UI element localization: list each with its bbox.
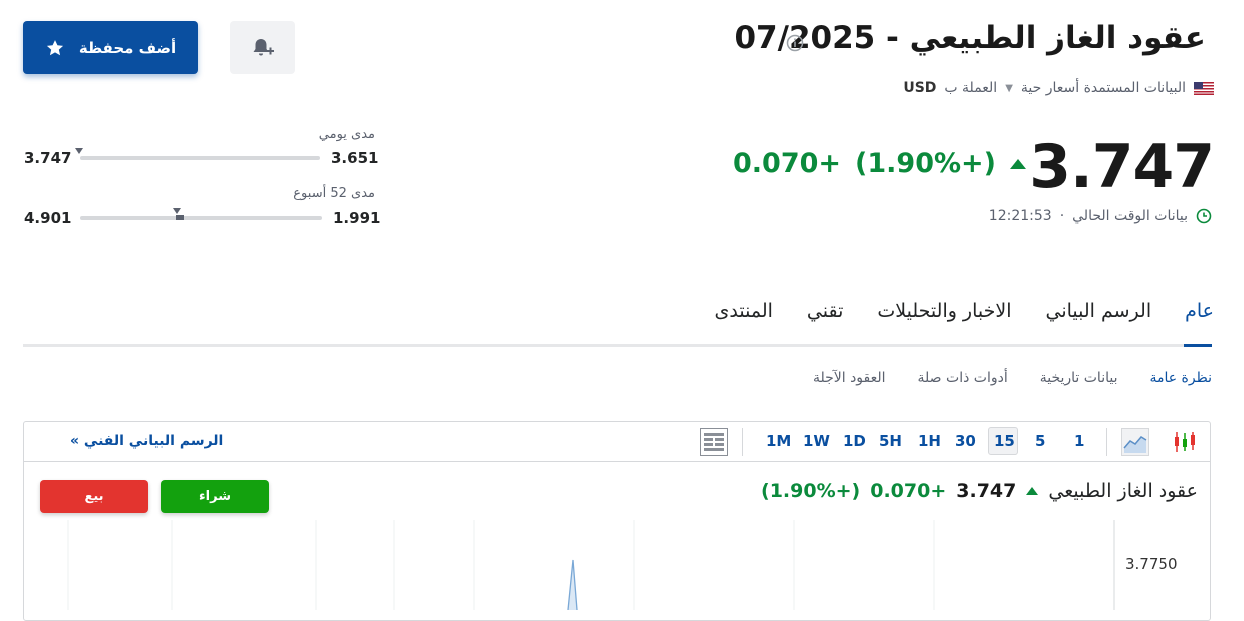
chart-price: 3.747 — [956, 480, 1017, 502]
change-value: +0.070 — [732, 148, 842, 179]
bell-plus-icon — [253, 38, 274, 55]
up-arrow-icon — [1010, 158, 1026, 169]
technical-chart-link[interactable]: الرسم البياني الفني » — [70, 433, 223, 449]
clock-icon — [1196, 208, 1212, 224]
main-tabs: عام الرسم البياني الاخبار والتحليلات تقن… — [715, 300, 1214, 322]
subtab-related[interactable]: أدوات ذات صلة — [918, 370, 1008, 386]
buy-button[interactable]: شراء — [161, 480, 269, 513]
interval-1d[interactable]: 1D — [843, 432, 866, 450]
price-chart-plot[interactable] — [24, 520, 1124, 610]
change-percent: (+1.90%) — [855, 148, 996, 179]
candlestick-icon[interactable] — [1172, 429, 1198, 455]
chart-header: عقود الغاز الطبيعي 3.747 +0.070 (+1.90%) — [761, 480, 1198, 502]
daily-range-low: 3.651 — [331, 149, 379, 167]
page-title: عقود الغاز الطبيعي - 07/2025 — [734, 20, 1206, 56]
daily-range-high: 3.747 — [24, 149, 72, 167]
chevron-down-icon[interactable]: ▼ — [1005, 83, 1013, 94]
interval-30[interactable]: 30 — [955, 432, 976, 450]
sell-button[interactable]: بيع — [40, 480, 148, 513]
toolbar-separator — [1106, 428, 1107, 456]
create-alert-button[interactable] — [230, 21, 295, 74]
active-tab-indicator — [1184, 344, 1212, 347]
interval-5[interactable]: 5 — [1035, 432, 1045, 450]
chart-instrument-name: عقود الغاز الطبيعي — [1048, 480, 1198, 502]
tab-overview[interactable]: عام — [1185, 300, 1214, 322]
time-value: 12:21:53 — [988, 208, 1052, 224]
currency-label: العملة ب — [944, 80, 998, 96]
info-icon[interactable] — [786, 34, 804, 52]
area-chart-icon[interactable] — [1121, 428, 1149, 456]
daily-range-label: مدى يومي — [318, 127, 375, 142]
time-sep: · — [1059, 208, 1065, 224]
week52-range-marker — [173, 208, 181, 214]
time-label: بيانات الوقت الحالي — [1072, 208, 1188, 224]
currency-code: USD — [903, 80, 937, 96]
tab-news[interactable]: الاخبار والتحليلات — [877, 300, 1011, 322]
price-change: (+1.90%) +0.070 — [733, 148, 1026, 179]
sub-tabs: نظرة عامة بيانات تاريخية أدوات ذات صلة ا… — [813, 370, 1212, 386]
star-icon — [46, 39, 63, 55]
week52-range-label: مدى 52 أسبوع — [293, 186, 375, 201]
add-to-watchlist-button[interactable]: أضف محفظة — [23, 21, 198, 74]
week52-range-low: 1.991 — [333, 209, 381, 227]
interval-1h[interactable]: 1H — [918, 432, 941, 450]
data-source-line: البيانات المستمدة أسعار حية ▼ العملة ب U… — [903, 80, 1214, 96]
tab-technical[interactable]: تقني — [807, 300, 843, 322]
time-status: بيانات الوقت الحالي · 12:21:53 — [989, 208, 1212, 224]
interval-1[interactable]: 1 — [1074, 432, 1084, 450]
subtab-summary[interactable]: نظرة عامة — [1149, 370, 1212, 386]
subtab-historical[interactable]: بيانات تاريخية — [1040, 370, 1118, 386]
week52-range-high: 4.901 — [24, 209, 72, 227]
interval-15[interactable]: 15 — [994, 432, 1015, 450]
chart-change: +0.070 — [870, 480, 947, 502]
chart-change-percent: (+1.90%) — [761, 480, 861, 502]
last-price: 3.747 — [1029, 132, 1215, 202]
interval-5h[interactable]: 5H — [879, 432, 902, 450]
week52-range-fill — [176, 215, 184, 220]
tab-chart[interactable]: الرسم البياني — [1046, 300, 1152, 322]
us-flag-icon — [1194, 81, 1214, 95]
tabs-divider — [23, 344, 1212, 347]
interval-1m[interactable]: 1M — [766, 432, 791, 450]
interval-1w[interactable]: 1W — [803, 432, 830, 450]
data-source-text[interactable]: البيانات المستمدة أسعار حية — [1021, 80, 1186, 96]
tab-forum[interactable]: المنتدى — [715, 300, 773, 322]
layout-icon[interactable] — [700, 428, 728, 456]
subtab-futures[interactable]: العقود الآجلة — [813, 370, 886, 386]
daily-range-marker — [75, 148, 83, 154]
week52-range-track — [80, 216, 322, 220]
daily-range-track — [80, 156, 320, 160]
toolbar-separator — [742, 428, 743, 456]
y-axis-tick: 3.7750 — [1125, 555, 1178, 573]
up-arrow-icon — [1026, 487, 1039, 495]
watchlist-label: أضف محفظة — [78, 38, 177, 57]
